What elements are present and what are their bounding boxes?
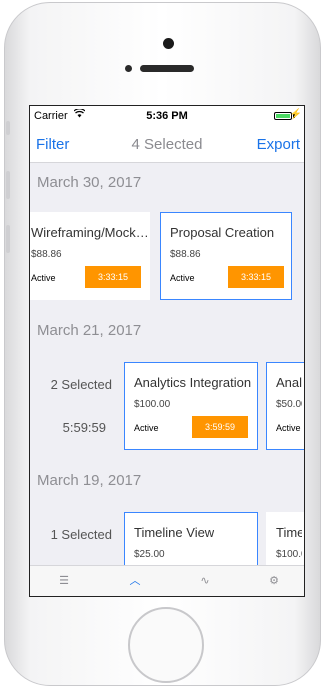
- navigation-bar: Filter 4 Selected Export: [30, 128, 304, 163]
- earpiece-speaker: [140, 65, 194, 72]
- mute-switch: [6, 121, 10, 135]
- volume-up-button: [6, 171, 10, 199]
- section-date-header: March 21, 2017: [37, 322, 142, 339]
- card-title: Wireframing/Mock…: [31, 225, 147, 240]
- card-amount: $88.86: [170, 249, 201, 260]
- card-timer-badge[interactable]: 3:59:59: [192, 416, 248, 438]
- card-title: Analytics Integration: [276, 375, 302, 390]
- card-timer-badge[interactable]: 3:33:15: [85, 266, 141, 288]
- card-amount: $25.00: [134, 549, 165, 560]
- status-bar: Carrier 5:36 PM ⚡: [30, 106, 304, 128]
- charging-bolt-icon: ⚡: [289, 109, 302, 120]
- clock-time: 5:36 PM: [146, 110, 188, 122]
- timesheet-card[interactable]: Timeline View $100.00: [266, 512, 304, 572]
- group-selected-count: 1 Selected: [50, 527, 112, 542]
- front-camera: [163, 38, 174, 49]
- card-title: Proposal Creation: [170, 225, 275, 240]
- card-status: Active: [134, 423, 159, 433]
- section-date-header: March 30, 2017: [37, 174, 142, 191]
- card-status: Active: [31, 273, 56, 283]
- card-amount: $50.00: [276, 399, 302, 410]
- section-date-header: March 19, 2017: [37, 472, 142, 489]
- card-timer-badge[interactable]: 3:33:15: [228, 266, 284, 288]
- timesheet-card[interactable]: Analytics Integration $50.00 Active: [266, 362, 304, 450]
- card-title: Timeline View: [134, 525, 215, 540]
- chevron-up-icon[interactable]: ︿: [125, 572, 145, 590]
- card-amount: $88.86: [31, 249, 62, 260]
- list-icon[interactable]: ☰: [54, 572, 74, 590]
- gear-icon[interactable]: ⚙: [264, 572, 284, 590]
- card-title: Analytics Integration: [134, 375, 252, 390]
- export-button[interactable]: Export: [257, 136, 300, 153]
- card-title: Timeline View: [276, 525, 302, 540]
- card-amount: $100.00: [276, 549, 302, 560]
- sensor: [125, 65, 132, 72]
- timesheet-card[interactable]: Proposal Creation $88.86 Active 3:33:15: [160, 212, 292, 300]
- timesheet-card[interactable]: Timeline View $25.00: [124, 512, 258, 572]
- tab-bar: ☰ ︿ ∿ ⚙: [30, 565, 304, 596]
- volume-down-button: [6, 225, 10, 253]
- card-status: Active: [170, 273, 195, 283]
- group-total-time: 5:59:59: [62, 420, 106, 435]
- timesheet-card[interactable]: Wireframing/Mock… $88.86 Active 3:33:15: [30, 212, 150, 300]
- activity-icon[interactable]: ∿: [195, 572, 215, 590]
- card-status: Active: [276, 423, 301, 433]
- app-screen: Carrier 5:36 PM ⚡ Filter 4 Selected Expo…: [29, 105, 305, 597]
- home-button[interactable]: [128, 607, 204, 683]
- timesheet-card[interactable]: Analytics Integration $100.00 Active 3:5…: [124, 362, 258, 450]
- card-amount: $100.00: [134, 399, 171, 410]
- group-selected-count: 2 Selected: [50, 377, 112, 392]
